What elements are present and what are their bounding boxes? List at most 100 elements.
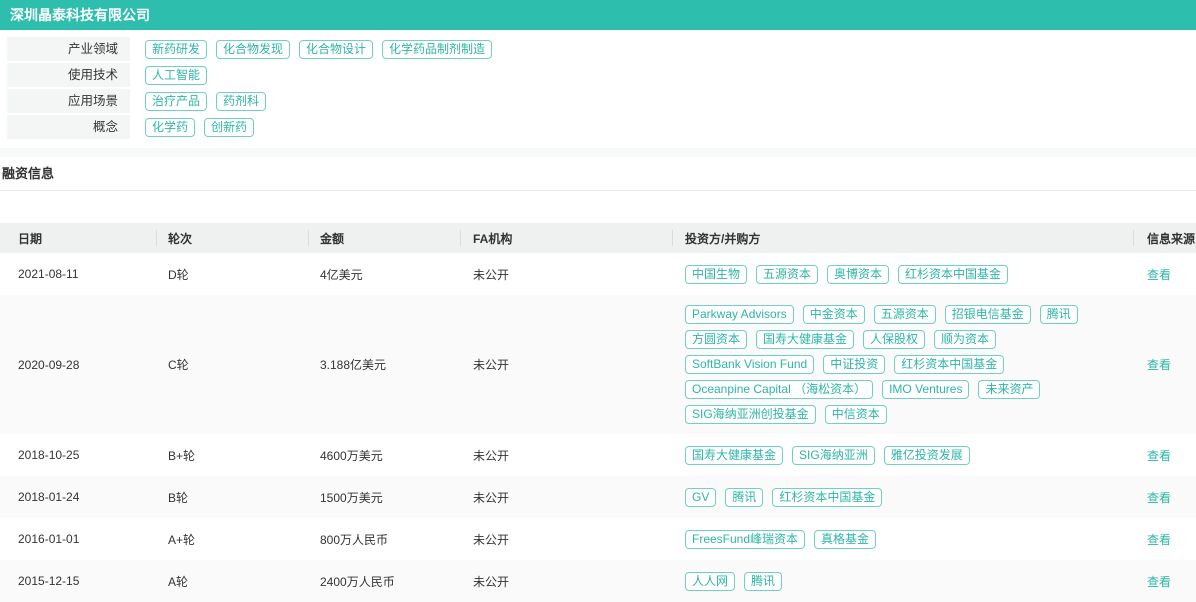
column-header-amount: 金额 [308,223,460,253]
cell-investors: Parkway Advisors 中金资本五源资本招银电信基金腾讯方圆资本国寿大健… [672,305,1133,424]
view-source-link[interactable]: 查看 [1147,356,1171,373]
company-name: 深圳晶泰科技有限公司 [10,7,150,23]
tag-chip[interactable]: 红杉资本中国基金 [894,355,1004,374]
tag-chip[interactable]: 人人网 [685,572,735,591]
attribute-row: 应用场景 治疗产品药剂科 [7,89,1196,113]
cell-date: 2018-01-24 [0,490,156,504]
attribute-row: 概念 化学药创新药 [7,115,1196,139]
tag-chip[interactable]: 未来资产 [978,380,1040,399]
tag-chip[interactable]: 红杉资本中国基金 [898,265,1008,284]
tag-chip[interactable]: 化合物设计 [299,40,373,59]
financing-row: 2016-01-01 A+轮 800万人民币 未公开 FreesFund峰瑞资本… [0,518,1196,560]
cell-date: 2020-09-28 [0,358,156,372]
investor-tag-list: FreesFund峰瑞资本真格基金 [685,530,876,549]
view-source-link[interactable]: 查看 [1147,489,1171,506]
cell-fa: 未公开 [460,573,672,590]
tag-chip[interactable]: 奥博资本 [827,265,889,284]
tag-chip[interactable]: 雅亿投资发展 [884,446,970,465]
attribute-tag-list: 人工智能 [145,66,207,85]
cell-round: B轮 [156,489,308,506]
tag-chip[interactable]: 人保股权 [863,330,925,349]
financing-row: 2015-12-15 A轮 2400万人民币 未公开 人人网腾讯 查看 [0,560,1196,602]
section-divider-line [0,190,1196,191]
cell-investors: GV 腾讯红杉资本中国基金 [672,488,1133,507]
view-source-link[interactable]: 查看 [1147,531,1171,548]
tag-chip[interactable]: 中证投资 [823,355,885,374]
tag-chip[interactable]: IMO Ventures [882,380,969,399]
tag-chip[interactable]: FreesFund峰瑞资本 [685,530,805,549]
cell-round: A轮 [156,573,308,590]
attribute-tag-list: 治疗产品药剂科 [145,92,266,111]
tag-chip[interactable]: 顺为资本 [934,330,996,349]
tag-chip[interactable]: 治疗产品 [145,92,207,111]
investor-tag-list: 人人网腾讯 [685,572,782,591]
tag-chip[interactable]: 化学药 [145,118,195,137]
column-header-date: 日期 [0,223,156,253]
cell-source: 查看 [1133,573,1196,590]
tag-chip[interactable]: 中金资本 [803,305,865,324]
column-header-source: 信息来源 [1133,223,1196,253]
attribute-label: 使用技术 [7,63,130,87]
investor-tag-list: 国寿大健康基金 SIG海纳亚洲雅亿投资发展 [685,446,970,465]
tag-chip[interactable]: 国寿大健康基金 [756,330,854,349]
tag-chip[interactable]: 腾讯 [744,572,782,591]
tag-chip[interactable]: GV [685,488,716,507]
tag-chip[interactable]: 中国生物 [685,265,747,284]
tag-chip[interactable]: 真格基金 [814,530,876,549]
investor-tag-list: 中国生物五源资本奥博资本红杉资本中国基金 [685,265,1008,284]
tag-chip[interactable]: 腾讯 [725,488,763,507]
cell-amount: 3.188亿美元 [308,356,460,373]
tag-chip[interactable]: SIG海纳亚洲创投基金 [685,405,816,424]
tag-chip[interactable]: Oceanpine Capital （海松资本） [685,380,873,399]
view-source-link[interactable]: 查看 [1147,447,1171,464]
tag-chip[interactable]: 化学药品制剂制造 [382,40,492,59]
tag-chip[interactable]: SoftBank Vision Fund [685,355,814,374]
tag-chip[interactable]: 招银电信基金 [945,305,1031,324]
attribute-label: 应用场景 [7,89,130,113]
tag-chip[interactable]: 化合物发现 [216,40,290,59]
cell-amount: 2400万人民币 [308,573,460,590]
cell-fa: 未公开 [460,356,672,373]
tag-chip[interactable]: 红杉资本中国基金 [772,488,882,507]
tag-chip[interactable]: 腾讯 [1040,305,1078,324]
attribute-label: 概念 [7,115,130,139]
cell-date: 2015-12-15 [0,574,156,588]
tag-chip[interactable]: 国寿大健康基金 [685,446,783,465]
company-attributes: 产业领域 新药研发化合物发现化合物设计化学药品制剂制造 使用技术 人工智能 应用… [7,37,1196,139]
cell-investors: 中国生物五源资本奥博资本红杉资本中国基金 [672,265,1133,284]
cell-fa: 未公开 [460,531,672,548]
company-title-bar: 深圳晶泰科技有限公司 [0,0,1196,30]
tag-chip[interactable]: 中信资本 [825,405,887,424]
cell-fa: 未公开 [460,489,672,506]
investor-tag-list: Parkway Advisors 中金资本五源资本招银电信基金腾讯方圆资本国寿大健… [685,305,1123,424]
cell-source: 查看 [1133,447,1196,464]
attribute-tag-list: 化学药创新药 [145,118,254,137]
cell-amount: 4亿美元 [308,266,460,283]
column-header-fa: FA机构 [460,223,672,253]
cell-amount: 4600万美元 [308,447,460,464]
section-separator-strip [0,148,1196,157]
cell-amount: 800万人民币 [308,531,460,548]
attribute-label: 产业领域 [7,37,130,61]
cell-date: 2016-01-01 [0,532,156,546]
cell-round: A+轮 [156,531,308,548]
tag-chip[interactable]: 五源资本 [756,265,818,284]
tag-chip[interactable]: 药剂科 [216,92,266,111]
tag-chip[interactable]: 创新药 [204,118,254,137]
view-source-link[interactable]: 查看 [1147,573,1171,590]
financing-row: 2021-08-11 D轮 4亿美元 未公开 中国生物五源资本奥博资本红杉资本中… [0,253,1196,295]
financing-table-body: 2021-08-11 D轮 4亿美元 未公开 中国生物五源资本奥博资本红杉资本中… [0,253,1196,602]
view-source-link[interactable]: 查看 [1147,266,1171,283]
tag-chip[interactable]: Parkway Advisors [685,305,794,324]
cell-round: B+轮 [156,447,308,464]
cell-round: C轮 [156,356,308,373]
cell-investors: FreesFund峰瑞资本真格基金 [672,530,1133,549]
tag-chip[interactable]: 方圆资本 [685,330,747,349]
tag-chip[interactable]: 人工智能 [145,66,207,85]
tag-chip[interactable]: 新药研发 [145,40,207,59]
financing-row: 2018-01-24 B轮 1500万美元 未公开 GV 腾讯红杉资本中国基金 查… [0,476,1196,518]
tag-chip[interactable]: SIG海纳亚洲 [792,446,875,465]
cell-amount: 1500万美元 [308,489,460,506]
cell-fa: 未公开 [460,266,672,283]
tag-chip[interactable]: 五源资本 [874,305,936,324]
